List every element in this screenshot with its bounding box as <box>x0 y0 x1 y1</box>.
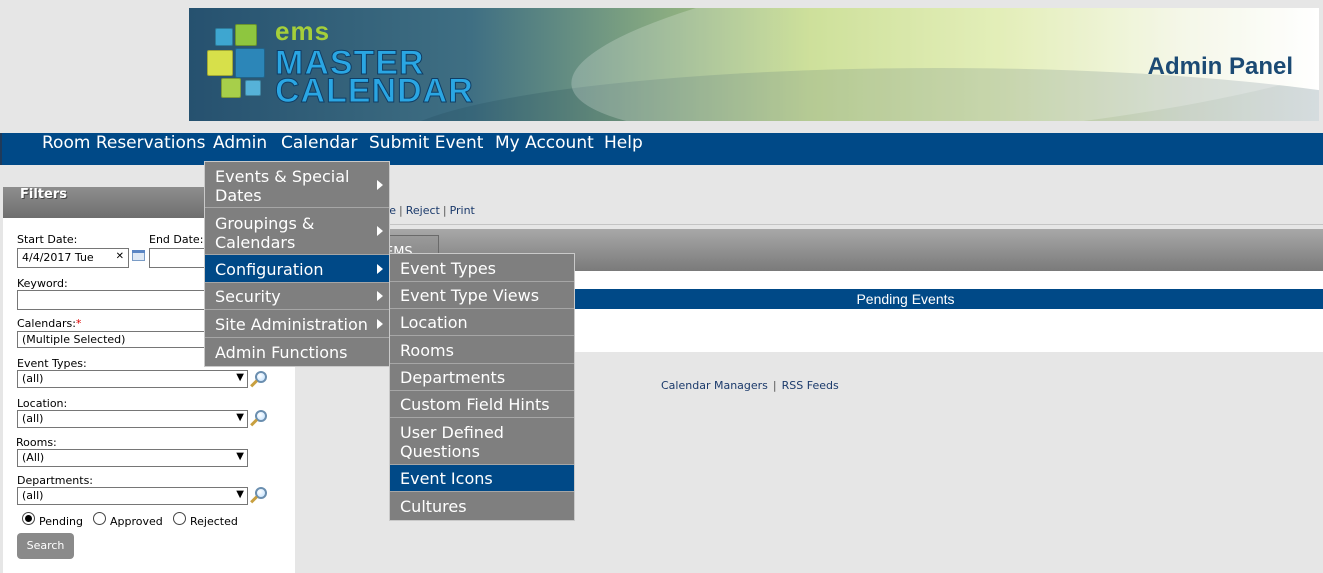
menu-item-label: Custom Field Hints <box>400 395 550 414</box>
link-separator: | <box>399 204 403 217</box>
menu-item-security[interactable]: Security <box>205 283 389 310</box>
status-radio-approved[interactable] <box>93 512 106 525</box>
menu-item-departments[interactable]: Departments <box>390 364 574 391</box>
location-value: (all) <box>22 412 44 425</box>
link-separator: | <box>442 204 447 217</box>
nav-my-account[interactable]: My Account <box>495 133 594 165</box>
panel-title: Admin Panel <box>1147 53 1293 80</box>
menu-item-label: Configuration <box>215 260 324 279</box>
start-date-label: Start Date: <box>17 233 78 246</box>
print-link[interactable]: Print <box>450 204 475 217</box>
menu-item-label: Event Type Views <box>400 286 540 305</box>
calendars-select[interactable]: (Multiple Selected) <box>17 331 211 348</box>
menu-item-user-defined-questions[interactable]: User Defined Questions <box>390 418 574 465</box>
menu-item-location[interactable]: Location <box>390 309 574 336</box>
menu-item-events-special-dates[interactable]: Events & Special Dates <box>205 162 389 208</box>
menu-item-rooms[interactable]: Rooms <box>390 336 574 364</box>
menu-item-label: User Defined Questions <box>400 423 504 461</box>
event-types-select[interactable]: (all) ▼ <box>17 370 248 388</box>
departments-label: Departments: <box>17 474 94 487</box>
event-types-value: (all) <box>22 372 44 385</box>
link-separator: | <box>772 379 777 392</box>
calendars-value: (Multiple Selected) <box>22 333 126 346</box>
logo-calendar-text: CALENDAR <box>275 72 474 110</box>
menu-item-label: Events & Special Dates <box>215 167 350 205</box>
menu-item-custom-field-hints[interactable]: Custom Field Hints <box>390 391 574 418</box>
action-links: ove|Reject|Print <box>376 204 475 217</box>
clear-icon[interactable]: ✕ <box>116 251 124 262</box>
departments-value: (all) <box>22 489 44 502</box>
menu-item-label: Site Administration <box>215 315 368 334</box>
start-date-value: 4/4/2017 Tue <box>22 251 94 264</box>
menu-item-event-type-views[interactable]: Event Type Views <box>390 282 574 309</box>
chevron-down-icon: ▼ <box>236 489 244 500</box>
end-date-input[interactable] <box>149 248 211 268</box>
menu-item-label: Cultures <box>400 497 467 516</box>
status-label-rejected: Rejected <box>190 515 238 528</box>
status-radio-rejected[interactable] <box>173 512 186 525</box>
divider <box>296 224 1323 225</box>
calendars-label-text: Calendars: <box>17 317 76 330</box>
departments-select[interactable]: (all) ▼ <box>17 487 248 505</box>
menu-item-site-administration[interactable]: Site Administration <box>205 310 389 338</box>
menu-item-label: Groupings & Calendars <box>215 214 315 252</box>
event-types-label: Event Types: <box>17 357 87 370</box>
location-label: Location: <box>17 397 68 410</box>
chevron-down-icon: ▼ <box>236 372 244 383</box>
location-select[interactable]: (all) ▼ <box>17 410 248 428</box>
start-date-input[interactable]: 4/4/2017 Tue ✕ <box>17 248 129 268</box>
rooms-select[interactable]: (All) ▼ <box>17 449 248 467</box>
menu-item-cultures[interactable]: Cultures <box>390 492 574 520</box>
calendar-picker-icon[interactable] <box>130 246 148 264</box>
chevron-right-icon <box>377 263 383 274</box>
menu-item-label: Location <box>400 313 468 332</box>
menu-item-admin-functions[interactable]: Admin Functions <box>205 338 389 366</box>
reject-link[interactable]: Reject <box>406 204 440 217</box>
pending-events-header: Pending Events <box>488 289 1323 309</box>
status-label-approved: Approved <box>110 515 163 528</box>
rss-feeds-link[interactable]: RSS Feeds <box>782 379 839 392</box>
menu-item-event-icons[interactable]: Event Icons <box>390 465 574 492</box>
menu-item-label: Rooms <box>400 341 454 360</box>
search-button[interactable]: Search <box>17 533 74 559</box>
admin-menu: Events & Special Dates Groupings & Calen… <box>204 161 390 367</box>
chevron-down-icon: ▼ <box>236 412 244 423</box>
chevron-down-icon: ▼ <box>236 451 244 462</box>
menu-item-groupings-calendars[interactable]: Groupings & Calendars <box>205 208 389 255</box>
event-types-search-icon[interactable] <box>249 370 269 390</box>
configuration-submenu: Event Types Event Type Views Location Ro… <box>389 253 575 521</box>
logo-ems-text: ems <box>275 16 331 46</box>
rooms-label: Rooms: <box>16 436 57 449</box>
end-date-label: End Date: <box>149 233 204 246</box>
location-search-icon[interactable] <box>249 409 269 429</box>
nav-help[interactable]: Help <box>604 133 643 165</box>
chevron-right-icon <box>377 179 383 190</box>
status-label-pending: Pending <box>39 515 83 528</box>
menu-item-event-types[interactable]: Event Types <box>390 254 574 282</box>
menu-item-label: Admin Functions <box>215 343 348 362</box>
calendar-managers-link[interactable]: Calendar Managers <box>661 379 768 392</box>
rooms-value: (All) <box>22 451 45 464</box>
calendars-label: Calendars:* <box>17 317 81 330</box>
required-mark: * <box>75 317 82 330</box>
ems-logo-icon <box>207 22 277 102</box>
footer-links: Calendar Managers | RSS Feeds <box>661 379 839 392</box>
chevron-right-icon <box>377 291 383 301</box>
keyword-label: Keyword: <box>17 277 68 290</box>
menu-item-label: Security <box>215 287 281 306</box>
menu-item-configuration[interactable]: Configuration <box>205 255 389 283</box>
menu-item-label: Event Types <box>400 259 497 278</box>
chevron-right-icon <box>377 226 383 236</box>
main-nav: Room Reservations Admin Calendar Submit … <box>0 133 1323 165</box>
menu-item-label: Departments <box>400 368 506 387</box>
header-banner: ems MASTER CALENDAR Admin Panel <box>189 8 1319 121</box>
nav-room-reservations[interactable]: Room Reservations <box>42 133 206 165</box>
menu-item-label: Event Icons <box>400 469 493 488</box>
status-radio-pending[interactable] <box>22 512 35 525</box>
departments-search-icon[interactable] <box>249 486 269 506</box>
keyword-input[interactable] <box>17 290 211 310</box>
chevron-right-icon <box>377 318 383 329</box>
